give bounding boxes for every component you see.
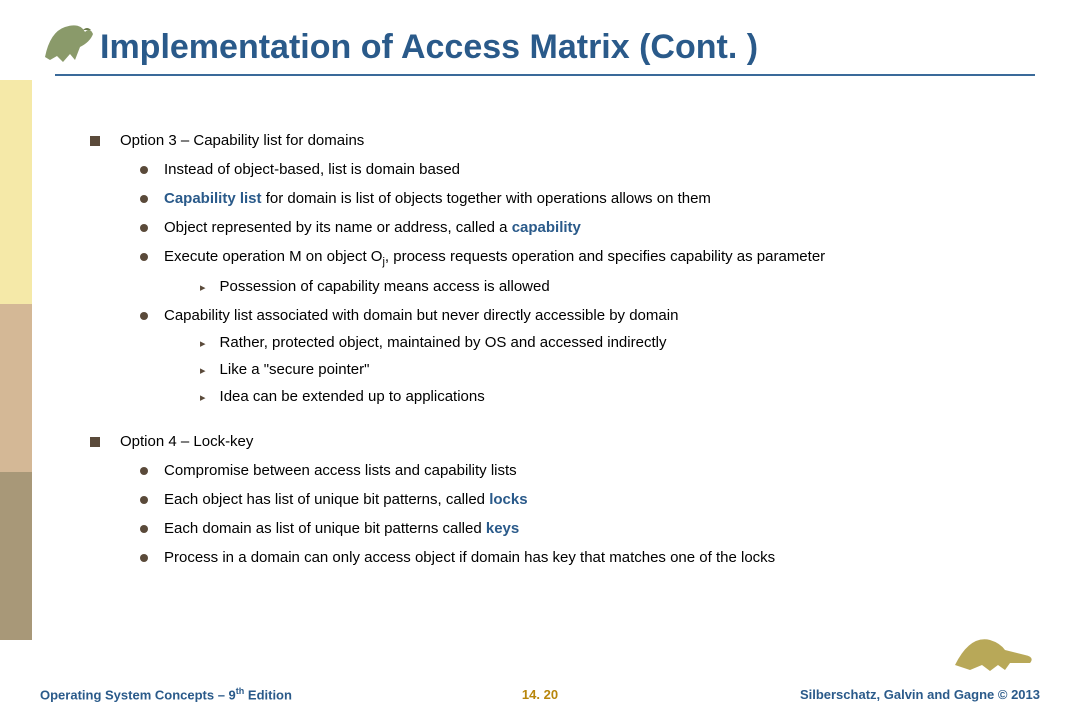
bullet-highlight: locks <box>489 491 527 508</box>
dot-bullet-icon <box>140 312 148 320</box>
bullet-highlight: capability <box>512 219 581 236</box>
bullet-item: Instead of object-based, list is domain … <box>140 159 1050 180</box>
footer-copyright: Silberschatz, Galvin and Gagne © 2013 <box>800 687 1040 702</box>
decorative-sidebar <box>0 80 32 640</box>
dot-bullet-icon <box>140 195 148 203</box>
bullet-text: Capability list associated with domain b… <box>164 307 678 324</box>
arrow-bullet-icon: ▸ <box>200 337 206 352</box>
footer-page-number: 14. 20 <box>522 687 558 702</box>
title-underline <box>55 74 1035 76</box>
bullet-item: Compromise between access lists and capa… <box>140 460 1050 481</box>
arrow-bullet-icon: ▸ <box>200 364 206 379</box>
sub-bullet-item: ▸ Idea can be extended up to applications <box>200 386 1050 407</box>
option3-heading: Option 3 – Capability list for domains <box>90 130 1050 151</box>
slide-title: Implementation of Access Matrix (Cont. ) <box>100 28 758 67</box>
bullet-text: Possession of capability means access is… <box>220 278 550 295</box>
footer-text: Edition <box>244 687 292 702</box>
bullet-text: Execute operation M on object O <box>164 248 382 265</box>
footer-text: Operating System Concepts – 9 <box>40 687 236 702</box>
bullet-item: Execute operation M on object Oj, proces… <box>140 246 1050 270</box>
dinosaur-icon-top <box>35 12 105 67</box>
dinosaur-icon-bottom <box>950 625 1040 675</box>
bullet-highlight: Capability list <box>164 190 262 207</box>
bullet-text: Each object has list of unique bit patte… <box>164 491 489 508</box>
option4-heading-text: Option 4 – Lock-key <box>120 433 253 450</box>
dot-bullet-icon <box>140 166 148 174</box>
bullet-highlight: keys <box>486 520 519 537</box>
bullet-text: Compromise between access lists and capa… <box>164 462 517 479</box>
bullet-text: Object represented by its name or addres… <box>164 219 512 236</box>
bullet-item: Capability list for domain is list of ob… <box>140 188 1050 209</box>
arrow-bullet-icon: ▸ <box>200 391 206 406</box>
bullet-text: Process in a domain can only access obje… <box>164 549 775 566</box>
bullet-text: Rather, protected object, maintained by … <box>220 334 667 351</box>
bullet-text: for domain is list of objects together w… <box>262 190 711 207</box>
bullet-text: Idea can be extended up to applications <box>220 388 485 405</box>
dot-bullet-icon <box>140 496 148 504</box>
sub-bullet-item: ▸ Rather, protected object, maintained by… <box>200 332 1050 353</box>
dot-bullet-icon <box>140 554 148 562</box>
bullet-text: , process requests operation and specifi… <box>385 248 825 265</box>
bullet-text: Each domain as list of unique bit patter… <box>164 520 486 537</box>
dot-bullet-icon <box>140 224 148 232</box>
option4-heading: Option 4 – Lock-key <box>90 431 1050 452</box>
footer-left: Operating System Concepts – 9th Edition <box>40 686 292 702</box>
bullet-item: Each domain as list of unique bit patter… <box>140 518 1050 539</box>
dot-bullet-icon <box>140 253 148 261</box>
dot-bullet-icon <box>140 525 148 533</box>
bullet-item: Each object has list of unique bit patte… <box>140 489 1050 510</box>
bullet-item: Process in a domain can only access obje… <box>140 547 1050 568</box>
square-bullet-icon <box>90 437 100 447</box>
bullet-text: Instead of object-based, list is domain … <box>164 161 460 178</box>
dot-bullet-icon <box>140 467 148 475</box>
sub-bullet-item: ▸ Like a "secure pointer" <box>200 359 1050 380</box>
slide-content: Option 3 – Capability list for domains I… <box>90 130 1050 572</box>
arrow-bullet-icon: ▸ <box>200 281 206 296</box>
bullet-item: Capability list associated with domain b… <box>140 305 1050 326</box>
option3-heading-text: Option 3 – Capability list for domains <box>120 132 364 149</box>
bullet-item: Object represented by its name or addres… <box>140 217 1050 238</box>
square-bullet-icon <box>90 136 100 146</box>
bullet-text: Like a "secure pointer" <box>220 361 370 378</box>
sub-bullet-item: ▸ Possession of capability means access i… <box>200 276 1050 297</box>
footer-sup: th <box>236 686 245 696</box>
